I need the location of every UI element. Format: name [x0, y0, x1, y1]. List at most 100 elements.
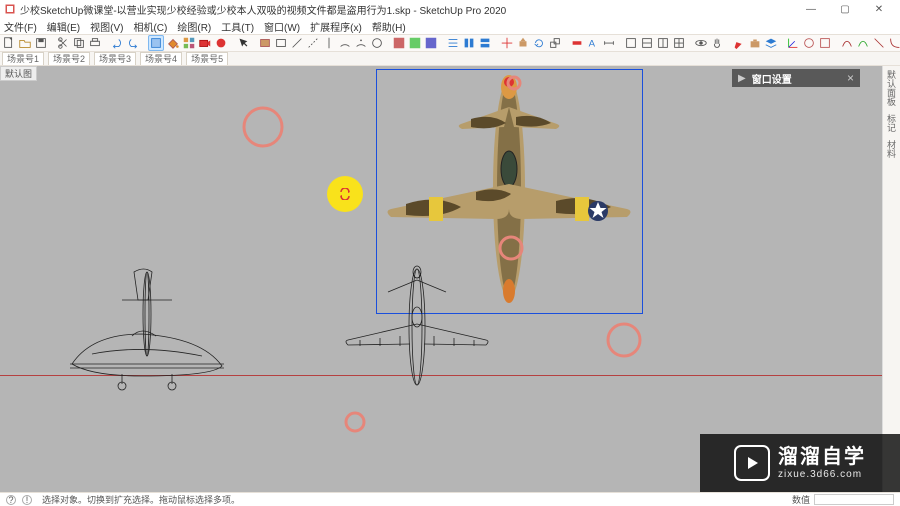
yellow-marker — [327, 176, 363, 212]
minimize-button[interactable]: — — [794, 0, 828, 18]
status-bar: ? ! 选择对象。切换到扩充选择。拖动鼠标选择多项。 数值 — [0, 492, 900, 506]
dock-title[interactable]: 默认图 — [0, 66, 37, 81]
undo-icon[interactable] — [110, 35, 124, 51]
dimension-icon[interactable] — [602, 35, 616, 51]
watermark: 溜溜自学 zixue.3d66.com — [700, 434, 900, 492]
edit-red-icon[interactable] — [732, 35, 746, 51]
annotation-circle-1 — [241, 105, 285, 149]
camera-icon[interactable] — [198, 35, 212, 51]
scene-tab-3[interactable]: 场景号3 — [94, 52, 136, 65]
measure-label: 数值 — [792, 493, 810, 506]
scene-tab-2[interactable]: 场景号2 — [48, 52, 90, 65]
menu-edit[interactable]: 编辑(E) — [47, 19, 80, 34]
save-icon[interactable] — [34, 35, 48, 51]
dock-tab-materials[interactable]: 材料 — [885, 140, 898, 158]
rect-icon[interactable] — [258, 35, 272, 51]
new-file-icon[interactable] — [2, 35, 16, 51]
cursor-overlay-top — [502, 71, 526, 95]
menu-file[interactable]: 文件(F) — [4, 19, 37, 34]
rect2-icon[interactable] — [274, 35, 288, 51]
status-help-icon[interactable]: ? — [6, 495, 16, 505]
scene-tab-5[interactable]: 场景号5 — [186, 52, 228, 65]
line-icon[interactable] — [290, 35, 304, 51]
maximize-button[interactable]: ▢ — [828, 0, 862, 18]
record-icon[interactable] — [214, 35, 228, 51]
status-warn-icon[interactable]: ! — [22, 495, 32, 505]
menu-window[interactable]: 窗口(W) — [264, 19, 300, 34]
align1-icon[interactable] — [446, 35, 460, 51]
viewport[interactable]: ▶ 窗口设置 × — [0, 66, 882, 492]
svg-text:A: A — [589, 39, 596, 50]
materials-icon[interactable] — [182, 35, 196, 51]
cursor-overlay-mid — [497, 234, 525, 262]
layers-icon[interactable] — [764, 35, 778, 51]
ext1-icon[interactable] — [802, 35, 816, 51]
view1-icon[interactable] — [624, 35, 638, 51]
palette1-icon[interactable] — [392, 35, 406, 51]
watermark-logo-icon — [734, 445, 770, 481]
ext2-icon[interactable] — [818, 35, 832, 51]
app-icon — [4, 3, 16, 15]
dock-tab-tags[interactable]: 标记 — [885, 114, 898, 132]
menu-camera[interactable]: 相机(C) — [133, 19, 167, 34]
arc-icon[interactable] — [338, 35, 352, 51]
curve2-icon[interactable] — [856, 35, 870, 51]
status-hint: 选择对象。切换到扩充选择。拖动鼠标选择多项。 — [42, 493, 240, 506]
measure-input[interactable] — [814, 494, 894, 505]
align3-icon[interactable] — [478, 35, 492, 51]
curve3-icon[interactable] — [872, 35, 886, 51]
line-construction-icon[interactable] — [306, 35, 320, 51]
text-icon[interactable]: A — [586, 35, 600, 51]
style-iso-icon[interactable] — [148, 35, 164, 51]
print-icon[interactable] — [88, 35, 102, 51]
rotate-icon[interactable] — [532, 35, 546, 51]
model-plane-wire-center[interactable] — [340, 262, 495, 392]
main-toolbar: A — [0, 34, 900, 52]
model-plane-wire-left[interactable] — [62, 264, 232, 394]
window-settings-panel[interactable]: ▶ 窗口设置 × — [732, 69, 860, 87]
orbit-icon[interactable] — [694, 35, 708, 51]
menu-draw[interactable]: 绘图(R) — [177, 19, 211, 34]
copy-icon[interactable] — [72, 35, 86, 51]
view2-icon[interactable] — [640, 35, 654, 51]
select-icon[interactable] — [236, 35, 250, 51]
open-file-icon[interactable] — [18, 35, 32, 51]
pan-icon[interactable] — [710, 35, 724, 51]
align2-icon[interactable] — [462, 35, 476, 51]
arc2-icon[interactable] — [354, 35, 368, 51]
scene-tab-4[interactable]: 场景号4 — [140, 52, 182, 65]
main-area: 默认图 — [0, 66, 900, 492]
scene-tabs: 场景号1 场景号2 场景号3 场景号4 场景号5 — [0, 52, 900, 66]
annotation-circle-3 — [344, 411, 366, 433]
move-icon[interactable] — [500, 35, 514, 51]
curve1-icon[interactable] — [840, 35, 854, 51]
dock-tab-default[interactable]: 默认面板 — [885, 70, 898, 106]
scale-icon[interactable] — [548, 35, 562, 51]
pushpull-icon[interactable] — [516, 35, 530, 51]
menu-extensions[interactable]: 扩展程序(x) — [310, 19, 362, 34]
axes-icon[interactable] — [786, 35, 800, 51]
title-bar: 少校SketchUp微课堂-以营业实现少校经验或少校本人双吸的视频文件都是盗用行… — [0, 0, 900, 18]
watermark-sub: zixue.3d66.com — [778, 469, 866, 481]
panel-close-icon[interactable]: × — [847, 71, 854, 85]
cut-icon[interactable] — [56, 35, 70, 51]
paint-bucket-icon[interactable] — [166, 35, 180, 51]
tape-icon[interactable] — [570, 35, 584, 51]
window-title: 少校SketchUp微课堂-以营业实现少校经验或少校本人双吸的视频文件都是盗用行… — [20, 2, 506, 17]
panel-title: 窗口设置 — [752, 71, 847, 86]
view3-icon[interactable] — [656, 35, 670, 51]
menu-help[interactable]: 帮助(H) — [372, 19, 406, 34]
close-button[interactable]: ✕ — [862, 0, 896, 18]
palette3-icon[interactable] — [424, 35, 438, 51]
scene-tab-1[interactable]: 场景号1 — [2, 52, 44, 65]
view4-icon[interactable] — [672, 35, 686, 51]
menu-view[interactable]: 视图(V) — [90, 19, 123, 34]
panel-collapse-icon[interactable]: ▶ — [738, 73, 746, 84]
palette2-icon[interactable] — [408, 35, 422, 51]
redo-icon[interactable] — [126, 35, 140, 51]
curve4-icon[interactable] — [888, 35, 900, 51]
line-vertical-icon[interactable] — [322, 35, 336, 51]
circle-icon[interactable] — [370, 35, 384, 51]
toolbox-icon[interactable] — [748, 35, 762, 51]
menu-tools[interactable]: 工具(T) — [221, 19, 254, 34]
